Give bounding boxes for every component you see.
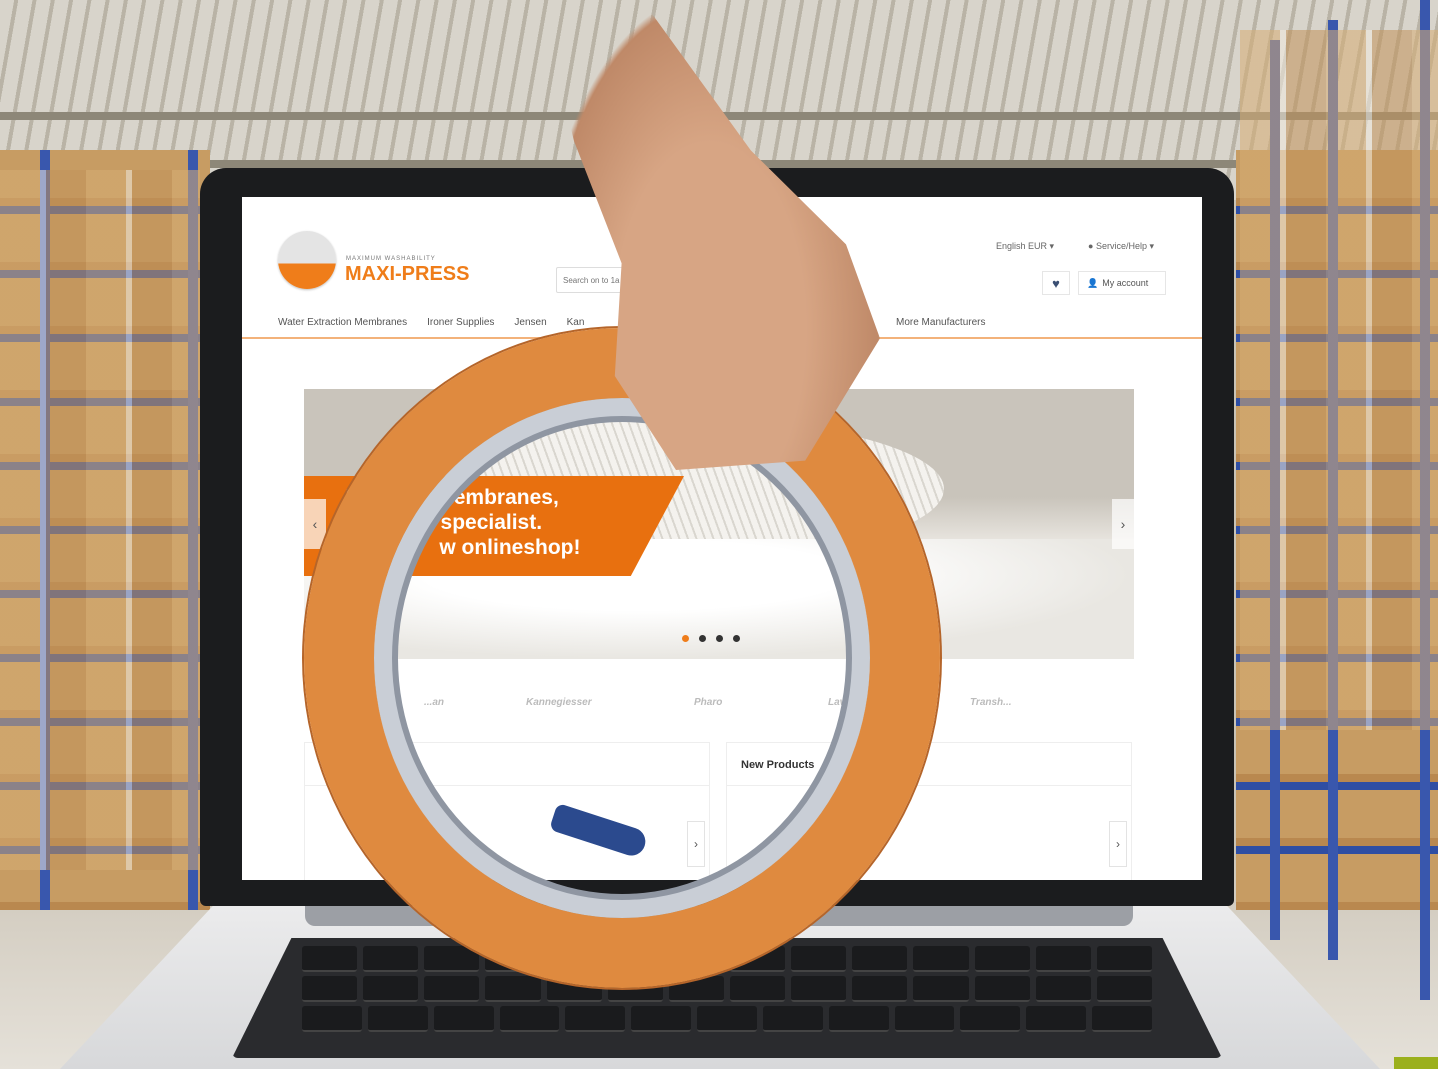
chevron-down-icon: ▾ [1049,241,1055,251]
nav-item-water-extraction[interactable]: Water Extraction Membranes [278,317,407,328]
wishlist-button[interactable]: ♥ [1042,271,1070,295]
chevron-down-icon: ▾ [1149,241,1155,251]
user-icon: 👤 [1087,277,1099,288]
nav-item-more-manufacturers[interactable]: More Manufacturers [896,317,985,328]
membrane-ring [304,328,940,988]
slider-prev-button[interactable]: ‹ [304,499,326,549]
brand-logo[interactable]: Transh... [970,697,1012,708]
heart-icon: ♥ [1052,275,1060,291]
logo-icon[interactable] [278,231,336,289]
nav-item-jensen[interactable]: Jensen [514,317,546,328]
logo-tagline: MAXIMUM WASHABILITY [346,256,436,262]
key-row [232,1006,1222,1032]
pallet-stack [1240,30,1438,730]
nav-item-kannegiesser[interactable]: Kan [567,317,585,328]
account-label: My account [1102,278,1149,288]
key-row [232,976,1222,1002]
service-label: Service/Help [1095,241,1147,251]
logo-name[interactable]: MAXI-PRESS [345,263,469,286]
box-next-button[interactable]: › [1109,821,1127,867]
nav-item-ironer-supplies[interactable]: Ironer Supplies [427,317,494,328]
main-nav: Water Extraction Membranes Ironer Suppli… [278,317,584,328]
info-icon: ● [1088,241,1096,251]
photo-scene: MAXIMUM WASHABILITY MAXI-PRESS English E… [0,0,1438,1069]
slider-next-button[interactable]: › [1112,499,1134,549]
pallet-stack [0,170,200,870]
corner-accent [1394,1057,1438,1069]
service-help-menu[interactable]: ● Service/Help ▾ [1088,241,1154,252]
language-label: English EUR [996,241,1048,251]
account-button[interactable]: 👤 My account [1078,271,1166,295]
language-currency-select[interactable]: English EUR ▾ [996,241,1054,252]
